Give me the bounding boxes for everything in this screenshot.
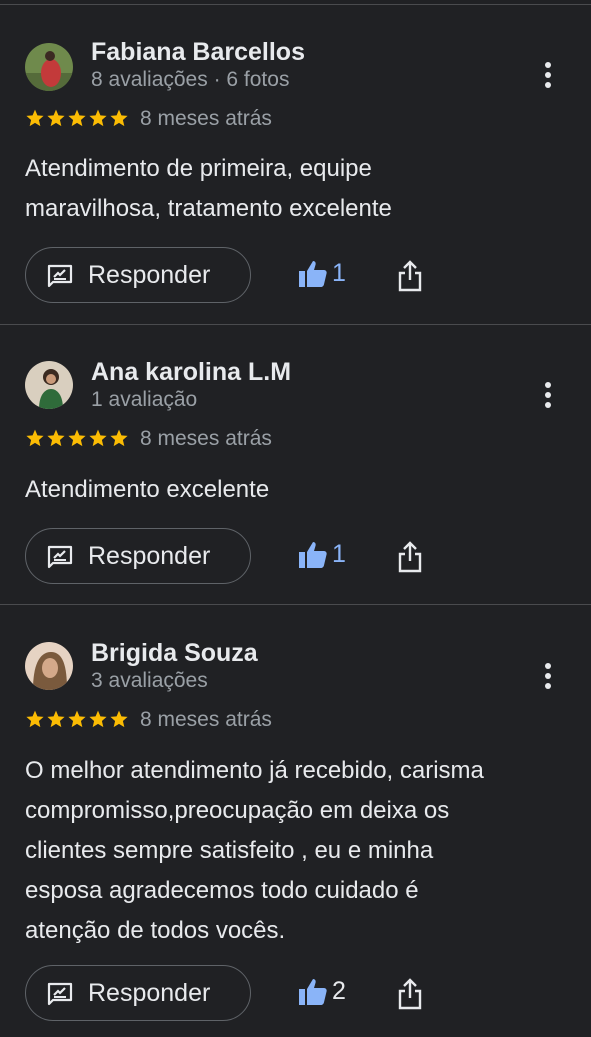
kebab-menu-icon[interactable] xyxy=(540,663,556,693)
like-button[interactable]: 2 xyxy=(298,974,358,1014)
review-text-line: esposa agradecemos todo cuidado é xyxy=(25,877,419,904)
like-count: 2 xyxy=(332,977,346,1005)
reply-label: Responder xyxy=(88,542,211,570)
star-icon xyxy=(89,710,107,728)
avatar[interactable] xyxy=(25,642,73,690)
thumb-up-icon xyxy=(299,979,327,1005)
reply-button[interactable]: Responder xyxy=(25,528,251,584)
review-time: 8 meses atrás xyxy=(140,427,272,450)
reviewer-meta: 1 avaliação xyxy=(91,388,198,411)
reply-icon xyxy=(47,982,73,1006)
star-icon xyxy=(89,109,107,127)
star-icon xyxy=(89,429,107,447)
review-time: 8 meses atrás xyxy=(140,708,272,731)
star-icon xyxy=(47,109,65,127)
star-icon xyxy=(110,429,128,447)
review-text: Atendimento de primeira, equipe maravilh… xyxy=(25,149,570,229)
star-icon xyxy=(68,109,86,127)
like-count: 1 xyxy=(332,259,346,287)
star-icon xyxy=(26,429,44,447)
reviewer-name[interactable]: Ana karolina L.M xyxy=(91,358,291,387)
reply-button[interactable]: Responder xyxy=(25,965,251,1021)
share-icon[interactable] xyxy=(397,260,423,292)
star-icon xyxy=(68,710,86,728)
reply-icon xyxy=(47,545,73,569)
star-rating xyxy=(25,108,129,130)
avatar[interactable] xyxy=(25,361,73,409)
reviewer-name[interactable]: Brigida Souza xyxy=(91,639,258,668)
review-card: Ana karolina L.M 1 avaliação 8 meses atr… xyxy=(0,325,591,604)
star-icon xyxy=(110,109,128,127)
review-text-line: Atendimento excelente xyxy=(25,476,270,503)
review-text-line: Atendimento de primeira, equipe xyxy=(25,155,372,182)
reviewer-name[interactable]: Fabiana Barcellos xyxy=(91,38,305,67)
like-button[interactable]: 1 xyxy=(298,537,358,577)
star-icon xyxy=(47,429,65,447)
review-text-line: O melhor atendimento já recebido, carism… xyxy=(25,757,484,784)
star-icon xyxy=(47,710,65,728)
review-text: Atendimento excelente xyxy=(25,470,570,510)
like-count: 1 xyxy=(332,540,346,568)
reply-label: Responder xyxy=(88,979,211,1007)
like-button[interactable]: 1 xyxy=(298,256,358,296)
thumb-up-icon xyxy=(299,542,327,568)
review-card: Brigida Souza 3 avaliações 8 meses atrás… xyxy=(0,605,591,1037)
share-icon[interactable] xyxy=(397,541,423,573)
review-text-line: compromisso,preocupação em deixa os xyxy=(25,797,450,824)
avatar[interactable] xyxy=(25,43,73,91)
star-rating xyxy=(25,709,129,731)
star-icon xyxy=(26,109,44,127)
thumb-up-icon xyxy=(299,261,327,287)
review-text-line: clientes sempre satisfeito , eu e minha xyxy=(25,837,434,864)
share-icon[interactable] xyxy=(397,978,423,1010)
star-rating xyxy=(25,428,129,450)
reviewer-meta: 3 avaliações xyxy=(91,669,208,692)
kebab-menu-icon[interactable] xyxy=(540,382,556,412)
review-text: O melhor atendimento já recebido, carism… xyxy=(25,751,570,951)
star-icon xyxy=(26,710,44,728)
review-text-line: maravilhosa, tratamento excelente xyxy=(25,195,392,222)
star-icon xyxy=(110,710,128,728)
reply-button[interactable]: Responder xyxy=(25,247,251,303)
review-card: Fabiana Barcellos 8 avaliações · 6 fotos… xyxy=(0,0,591,324)
reply-label: Responder xyxy=(88,261,211,289)
reviewer-meta: 8 avaliações · 6 fotos xyxy=(91,68,290,91)
kebab-menu-icon[interactable] xyxy=(540,62,556,92)
review-time: 8 meses atrás xyxy=(140,107,272,130)
review-text-line: atenção de todos vocês. xyxy=(25,917,286,944)
reply-icon xyxy=(47,264,73,288)
star-icon xyxy=(68,429,86,447)
